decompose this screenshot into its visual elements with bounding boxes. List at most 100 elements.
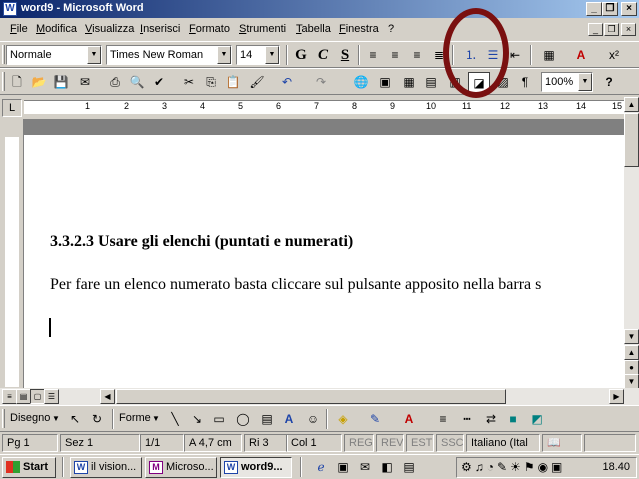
line-style-icon[interactable]: ≡ [432, 409, 454, 430]
toolbar-grip[interactable] [2, 409, 5, 428]
font-size-combo[interactable]: 14 ▼ [236, 45, 280, 65]
toolbar-grip[interactable] [2, 72, 5, 91]
menu-visualizza[interactable]: Visualizza [85, 23, 134, 35]
print-icon[interactable]: ⎙ [104, 72, 126, 93]
format-painter-icon[interactable]: 🖌 [246, 72, 268, 93]
menu-help[interactable]: ? [388, 23, 394, 35]
rectangle-icon[interactable]: ▭ [208, 409, 230, 430]
outlook-icon[interactable]: ✉ [354, 457, 376, 478]
hyperlink-icon[interactable]: 🌐 [350, 72, 372, 93]
line-color-icon[interactable]: ✎ [364, 409, 386, 430]
quick-launch-icon[interactable]: ◧ [376, 457, 398, 478]
menu-inserisci[interactable]: Inserisci [140, 23, 180, 35]
status-rec[interactable]: REG [344, 434, 374, 452]
task-button[interactable]: W word9... [220, 457, 292, 478]
text-box-icon[interactable]: ▤ [256, 409, 278, 430]
doc-close-button[interactable]: × [621, 23, 636, 36]
chevron-down-icon[interactable]: ▼ [217, 46, 231, 64]
scroll-up-icon[interactable]: ▲ [624, 97, 639, 112]
tab-selector[interactable]: L [2, 99, 22, 117]
new-document-icon[interactable]: 🗋 [6, 72, 28, 93]
line-icon[interactable]: ╲ [164, 409, 186, 430]
insert-table-icon[interactable]: ▦ [398, 72, 420, 93]
vertical-ruler-strip[interactable] [5, 137, 19, 387]
internet-explorer-icon[interactable]: ℯ [310, 457, 332, 478]
chevron-down-icon[interactable]: ▼ [578, 73, 592, 91]
menu-tabella[interactable]: Tabella [296, 23, 331, 35]
print-preview-icon[interactable]: 🔍 [126, 72, 148, 93]
arrow-icon[interactable]: ↘ [186, 409, 208, 430]
start-button[interactable]: Start [2, 457, 56, 478]
select-objects-icon[interactable]: ↖ [64, 409, 86, 430]
toolbar-grip[interactable] [2, 45, 5, 64]
align-center-icon[interactable]: ≡ [384, 45, 406, 66]
menu-strumenti[interactable]: Strumenti [239, 23, 286, 35]
redo-icon[interactable]: ↷ [310, 72, 332, 93]
web-view-icon[interactable]: ▤ [16, 389, 31, 404]
save-icon[interactable]: 💾 [50, 72, 72, 93]
fill-color-icon[interactable]: ◈ [332, 409, 354, 430]
document-heading[interactable]: 3.3.2.3 Usare gli elenchi (puntati e num… [50, 233, 353, 251]
task-button[interactable]: W il vision... [70, 457, 142, 478]
scroll-right-icon[interactable]: ▶ [609, 389, 624, 404]
3d-icon[interactable]: ◩ [526, 409, 548, 430]
print-layout-icon[interactable]: ▢ [30, 389, 45, 404]
copy-icon[interactable]: ⎘ [200, 72, 222, 93]
spelling-status-icon[interactable]: 📖 [542, 434, 582, 452]
undo-icon[interactable]: ↶ [276, 72, 298, 93]
align-right-icon[interactable]: ≡ [406, 45, 428, 66]
zoom-combo[interactable]: 100% ▼ [541, 72, 593, 92]
font-color-button[interactable]: A [570, 45, 592, 66]
doc-restore-button[interactable]: ❐ [604, 23, 619, 36]
restore-button[interactable]: ❐ [602, 2, 618, 16]
document-body-text[interactable]: Per fare un elenco numerato basta clicca… [50, 276, 541, 294]
doc-minimize-button[interactable]: _ [588, 23, 603, 36]
italic-button[interactable]: C [312, 45, 334, 66]
underline-button[interactable]: S [334, 45, 356, 66]
outline-view-icon[interactable]: ☰ [44, 389, 59, 404]
clipart-icon[interactable]: ☺ [302, 409, 324, 430]
align-left-icon[interactable]: ≡ [362, 45, 384, 66]
tray-icons[interactable]: ⚙♫◔✎☀⚑◉▣ [461, 460, 565, 474]
cut-icon[interactable]: ✂ [178, 72, 200, 93]
scroll-thumb[interactable] [624, 113, 639, 167]
spelling-icon[interactable]: ✔ [148, 72, 170, 93]
style-combo[interactable]: Normale ▼ [6, 45, 102, 65]
desktop-icon[interactable]: ▣ [332, 457, 354, 478]
menu-modifica[interactable]: Modifica [36, 23, 77, 35]
show-hide-button[interactable]: ¶ [514, 72, 536, 93]
email-icon[interactable]: ✉ [74, 72, 96, 93]
status-trk[interactable]: REV [376, 434, 404, 452]
status-ext[interactable]: EST [406, 434, 434, 452]
dash-style-icon[interactable]: ┅ [456, 409, 478, 430]
shadow-icon[interactable]: ■ [502, 409, 524, 430]
autoshapes-menu-button[interactable]: Forme [119, 412, 151, 424]
horizontal-scroll-thumb[interactable] [116, 389, 506, 404]
ruler-strip[interactable]: 1 2 3 4 5 6 7 8 9 10 11 12 13 14 15 [24, 100, 624, 114]
open-folder-icon[interactable]: 📂 [28, 72, 50, 93]
next-page-icon[interactable]: ▼ [624, 374, 639, 389]
task-button[interactable]: M Microso... [145, 457, 217, 478]
oval-icon[interactable]: ◯ [232, 409, 254, 430]
paste-icon[interactable]: 📋 [222, 72, 244, 93]
browse-object-icon[interactable]: ● [624, 360, 639, 375]
menu-file[interactable]: File [10, 23, 28, 35]
word-app-icon[interactable]: W [3, 2, 17, 16]
quick-launch-icon[interactable]: ▤ [398, 457, 420, 478]
scroll-left-icon[interactable]: ◀ [100, 389, 115, 404]
vertical-scrollbar[interactable]: ▲ ▼ ▲ ● ▼ [624, 97, 639, 389]
help-button[interactable]: ? [598, 72, 620, 93]
draw-font-color-button[interactable]: A [398, 409, 420, 430]
chevron-down-icon[interactable]: ▼ [87, 46, 101, 64]
normal-view-icon[interactable]: ≡ [2, 389, 17, 404]
wordart-icon[interactable]: A [278, 409, 300, 430]
scroll-down-icon[interactable]: ▼ [624, 329, 639, 344]
horizontal-scrollbar[interactable]: ≡ ▤ ▢ ☰ ◀ ▶ [0, 388, 639, 405]
draw-menu-button[interactable]: Disegno [10, 412, 50, 424]
border-icon[interactable]: ▦ [538, 45, 560, 66]
font-combo[interactable]: Times New Roman ▼ [106, 45, 232, 65]
tables-borders-icon[interactable]: ▣ [374, 72, 396, 93]
superscript-button[interactable]: x² [603, 45, 625, 66]
free-rotate-icon[interactable]: ↻ [86, 409, 108, 430]
menu-formato[interactable]: Formato [189, 23, 230, 35]
